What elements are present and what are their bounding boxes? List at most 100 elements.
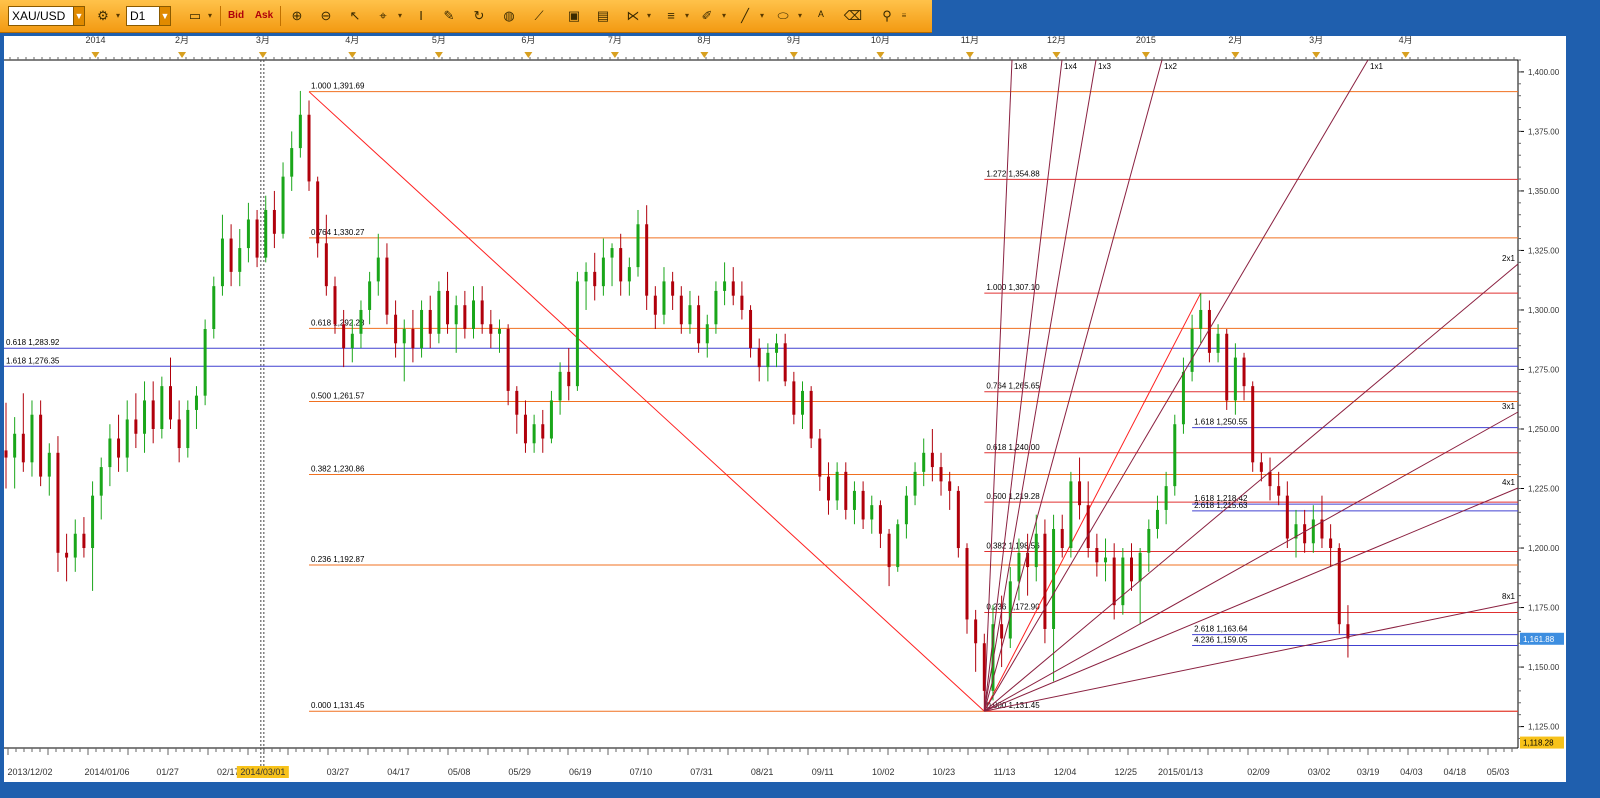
bear-candle	[134, 419, 138, 434]
timeframe-dropdown-arrow[interactable]: ▼	[159, 6, 171, 26]
top-axis-label: 5月	[432, 36, 446, 45]
symbol-value: XAU/USD	[12, 9, 66, 23]
globe-icon[interactable]: ◍	[498, 6, 520, 26]
zoom-in-icon[interactable]: ⊕	[286, 6, 308, 26]
bottom-axis-label: 01/27	[156, 767, 179, 777]
price-axis-label: 1,275.00	[1528, 365, 1560, 374]
bear-candle	[1112, 557, 1116, 606]
price-axis-label: 1,150.00	[1528, 663, 1560, 672]
gann-fan-label: 2x1	[1502, 254, 1515, 263]
text-icon[interactable]: I	[410, 6, 432, 26]
chart-type-icon[interactable]: ▭	[184, 6, 206, 26]
bear-candle	[177, 419, 181, 449]
bull-candle	[359, 309, 363, 334]
bull-candle	[350, 333, 354, 349]
fib-tool-icon[interactable]: ⋉	[622, 6, 644, 26]
bull-candle	[1052, 528, 1056, 629]
bear-candle	[679, 295, 683, 325]
ask-button[interactable]: Ask	[253, 6, 275, 26]
abc-icon[interactable]: ᴬ	[810, 6, 832, 26]
top-axis-label: 4月	[345, 36, 359, 45]
cursor-icon[interactable]: ↖	[344, 6, 366, 26]
bear-candle	[974, 619, 978, 644]
bear-candle	[1242, 357, 1246, 387]
bear-candle	[411, 329, 415, 349]
bear-candle	[1000, 624, 1004, 639]
bull-candle	[575, 281, 579, 387]
fib-extension-label: 1.618 1,250.55	[1194, 418, 1248, 427]
bear-candle	[4, 450, 8, 458]
bull-candle	[246, 219, 250, 249]
bull-candle	[1216, 333, 1220, 353]
zoom-out-icon[interactable]: ⊖	[315, 6, 337, 26]
fib-level-label: 1.272 1,354.88	[986, 169, 1040, 178]
top-axis-label: 2015	[1136, 36, 1156, 45]
bull-candle	[472, 300, 476, 330]
line-style-dropdown-icon[interactable]: ▾	[683, 6, 691, 26]
bear-candle	[307, 114, 311, 182]
bull-candle	[1173, 424, 1177, 487]
gann-fan-label: 3x1	[1502, 402, 1515, 411]
color-icon[interactable]: ╱	[734, 6, 756, 26]
bear-candle	[1303, 524, 1307, 544]
shape-icon[interactable]: ⬭	[772, 6, 794, 26]
symbol-select[interactable]: XAU/USD	[8, 6, 76, 26]
pen-icon[interactable]: ✐	[696, 6, 718, 26]
bottom-axis-label: 2014/03/01	[240, 767, 285, 777]
bull-candle	[584, 271, 588, 282]
bear-candle	[151, 400, 155, 429]
symbol-dropdown-arrow[interactable]: ▼	[73, 6, 85, 26]
top-axis-label: 7月	[608, 36, 622, 45]
bottom-axis-label: 05/29	[508, 767, 531, 777]
gann-fan-label: 1x4	[1064, 62, 1077, 71]
bottom-axis-label: 04/18	[1443, 767, 1466, 777]
top-axis-label: 9月	[787, 36, 801, 45]
bottom-axis-label: 05/08	[448, 767, 471, 777]
crosshair-dropdown-icon[interactable]: ▾	[396, 6, 404, 26]
note-icon[interactable]: ✎	[438, 6, 460, 26]
bottom-axis-label: 2015/01/13	[1158, 767, 1203, 777]
fib-extension-label: 1.618 1,276.35	[6, 356, 60, 365]
color-dropdown-icon[interactable]: ▾	[758, 6, 766, 26]
refresh-icon[interactable]: ↻	[468, 6, 490, 26]
toolbar-separator	[280, 6, 281, 26]
chart-type-dropdown-icon[interactable]: ▾	[206, 6, 214, 26]
bear-candle	[523, 414, 527, 444]
bull-candle	[47, 452, 51, 477]
toolbar-overflow-icon[interactable]: ≡	[900, 6, 908, 26]
price-chart[interactable]: 2014 2月 3月 4月 5月 6月 7月 8月 9月 10月 11月 12月 2015 2月 3月 4月 2…	[4, 36, 1566, 782]
fib-level-label: 1.000 1,307.10	[986, 283, 1040, 292]
bull-candle	[610, 248, 614, 258]
shape-dropdown-icon[interactable]: ▾	[796, 6, 804, 26]
bottom-axis-label: 11/13	[994, 767, 1016, 777]
screenshot-icon[interactable]: ▣	[563, 6, 585, 26]
bull-candle	[298, 114, 302, 149]
bottom-axis-label: 03/19	[1357, 767, 1380, 777]
tree-icon[interactable]: ⚲	[876, 6, 898, 26]
chart-toolbar: XAU/USD ▼ ⚙ ▾ D1 ▼ ▭ ▾ Bid Ask ⊕ ⊖ ↖ ⌖ ▾…	[0, 0, 932, 33]
eraser-icon[interactable]: ⌫	[842, 6, 864, 26]
crosshair-icon[interactable]: ⌖	[372, 6, 394, 26]
bear-candle	[818, 438, 822, 477]
bear-candle	[1259, 462, 1263, 472]
network-dropdown-icon[interactable]: ▾	[114, 6, 122, 26]
bear-candle	[809, 390, 813, 439]
template-icon[interactable]: ▤	[592, 6, 614, 26]
bottom-axis-label: 02/09	[1247, 767, 1270, 777]
bear-candle	[316, 181, 320, 244]
line-style-icon[interactable]: ≡	[660, 6, 682, 26]
bear-candle	[56, 452, 60, 553]
network-icon[interactable]: ⚙	[92, 6, 114, 26]
fib-level-label: 0.236 1,192.87	[311, 555, 365, 564]
bear-candle	[757, 348, 761, 368]
bear-candle	[930, 452, 934, 468]
ruler-icon[interactable]: ⟋	[528, 6, 550, 26]
price-axis-label: 1,225.00	[1528, 485, 1560, 494]
chart-area[interactable]: 2014 2月 3月 4月 5月 6月 7月 8月 9月 10月 11月 12月 2015 2月 3月 4月 2…	[4, 36, 1566, 782]
bull-candle	[194, 395, 198, 410]
pen-dropdown-icon[interactable]: ▾	[720, 6, 728, 26]
fib-tool-dropdown-icon[interactable]: ▾	[645, 6, 653, 26]
bottom-axis-label: 04/03	[1400, 767, 1423, 777]
bid-button[interactable]: Bid	[225, 6, 247, 26]
gann-fan-label: 1x8	[1014, 62, 1027, 71]
